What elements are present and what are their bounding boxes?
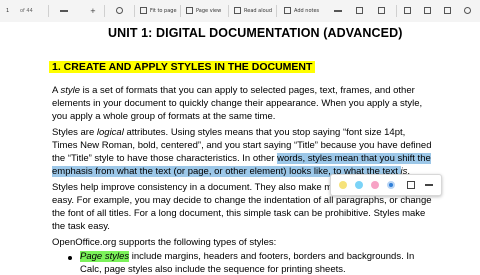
page-view-button[interactable]: Page view bbox=[186, 0, 221, 22]
page-view-label: Page view bbox=[196, 8, 222, 14]
paragraph-line: easy. For example, you may decide to cha… bbox=[52, 195, 432, 206]
highlight-blue-icon[interactable] bbox=[355, 181, 363, 189]
print-icon bbox=[404, 7, 411, 14]
selection-popup bbox=[330, 174, 442, 196]
fit-to-page-button[interactable]: Fit to page bbox=[140, 0, 177, 22]
read-aloud-label: Read aloud bbox=[244, 8, 273, 14]
highlight-yellow-icon[interactable] bbox=[339, 181, 347, 189]
paragraph-line: the task easy. bbox=[52, 221, 110, 232]
highlight-icon bbox=[356, 7, 363, 14]
fit-to-page-label: Fit to page bbox=[150, 8, 177, 14]
zoom-out-button[interactable] bbox=[60, 0, 71, 22]
toolbar-divider bbox=[134, 5, 135, 17]
add-notes-label: Add notes bbox=[294, 8, 320, 14]
paragraph-line: the font of all titles. For a long docum… bbox=[52, 208, 426, 219]
zoom-in-button[interactable]: + bbox=[90, 0, 96, 22]
draw-icon bbox=[334, 9, 342, 12]
toolbar-divider bbox=[276, 5, 277, 17]
paragraph-line: elements in your document to quickly cha… bbox=[52, 98, 423, 109]
paragraph-line: Times New Roman, bold, centered”, and yo… bbox=[52, 140, 432, 151]
save-as-button[interactable] bbox=[444, 0, 454, 22]
paragraph-line: A style is a set of formats that you can… bbox=[52, 85, 415, 96]
toolbar-divider bbox=[104, 5, 105, 17]
highlight-selected-icon[interactable] bbox=[387, 181, 395, 189]
highlight-button[interactable] bbox=[356, 0, 366, 22]
more-icon[interactable] bbox=[425, 184, 433, 186]
paragraph-line: Styles are logical attributes. Using sty… bbox=[52, 127, 406, 138]
toolbar-divider bbox=[228, 5, 229, 17]
save-button[interactable] bbox=[424, 0, 434, 22]
toolbar-divider bbox=[396, 5, 397, 17]
text-selection[interactable]: words, styles mean that you shift the bbox=[277, 153, 431, 164]
paragraph-line: Page styles include margins, headers and… bbox=[80, 251, 415, 262]
erase-icon bbox=[378, 7, 385, 14]
draw-button[interactable] bbox=[334, 0, 345, 22]
page-view-icon bbox=[186, 7, 193, 14]
rotate-button[interactable] bbox=[116, 0, 126, 22]
add-notes-button[interactable]: Add notes bbox=[284, 0, 319, 22]
page-total-label: of 44 bbox=[20, 8, 33, 14]
toolbar-divider bbox=[48, 5, 49, 17]
pdf-toolbar: 1 of 44 + Fit to page Page view Read alo… bbox=[0, 0, 480, 23]
page-title: UNIT 1: DIGITAL DOCUMENTATION (ADVANCED) bbox=[108, 26, 403, 40]
read-aloud-button[interactable]: Read aloud bbox=[234, 0, 272, 22]
fit-page-icon bbox=[140, 7, 147, 14]
paragraph-line: OpenOffice.org supports the following ty… bbox=[52, 237, 277, 248]
toolbar-divider bbox=[180, 5, 181, 17]
gear-icon bbox=[464, 7, 471, 14]
save-as-icon bbox=[444, 7, 451, 14]
erase-button[interactable] bbox=[378, 0, 388, 22]
page-number-input[interactable]: 1 bbox=[6, 0, 9, 22]
save-icon bbox=[424, 7, 431, 14]
add-notes-icon bbox=[284, 7, 291, 14]
print-button[interactable] bbox=[404, 0, 414, 22]
settings-button[interactable] bbox=[464, 0, 474, 22]
paragraph-line: the “Title” style to have those characte… bbox=[52, 153, 431, 164]
copy-icon[interactable] bbox=[407, 181, 415, 189]
highlight-pink-icon[interactable] bbox=[371, 181, 379, 189]
rotate-icon bbox=[116, 7, 123, 14]
paragraph-line: you apply a whole group of formats at th… bbox=[52, 111, 276, 122]
section-heading: 1. CREATE AND APPLY STYLES IN THE DOCUME… bbox=[49, 61, 316, 73]
document-page: UNIT 1: DIGITAL DOCUMENTATION (ADVANCED)… bbox=[0, 22, 480, 275]
read-aloud-icon bbox=[234, 7, 241, 14]
bullet-point bbox=[68, 256, 72, 260]
minus-icon bbox=[60, 9, 68, 12]
